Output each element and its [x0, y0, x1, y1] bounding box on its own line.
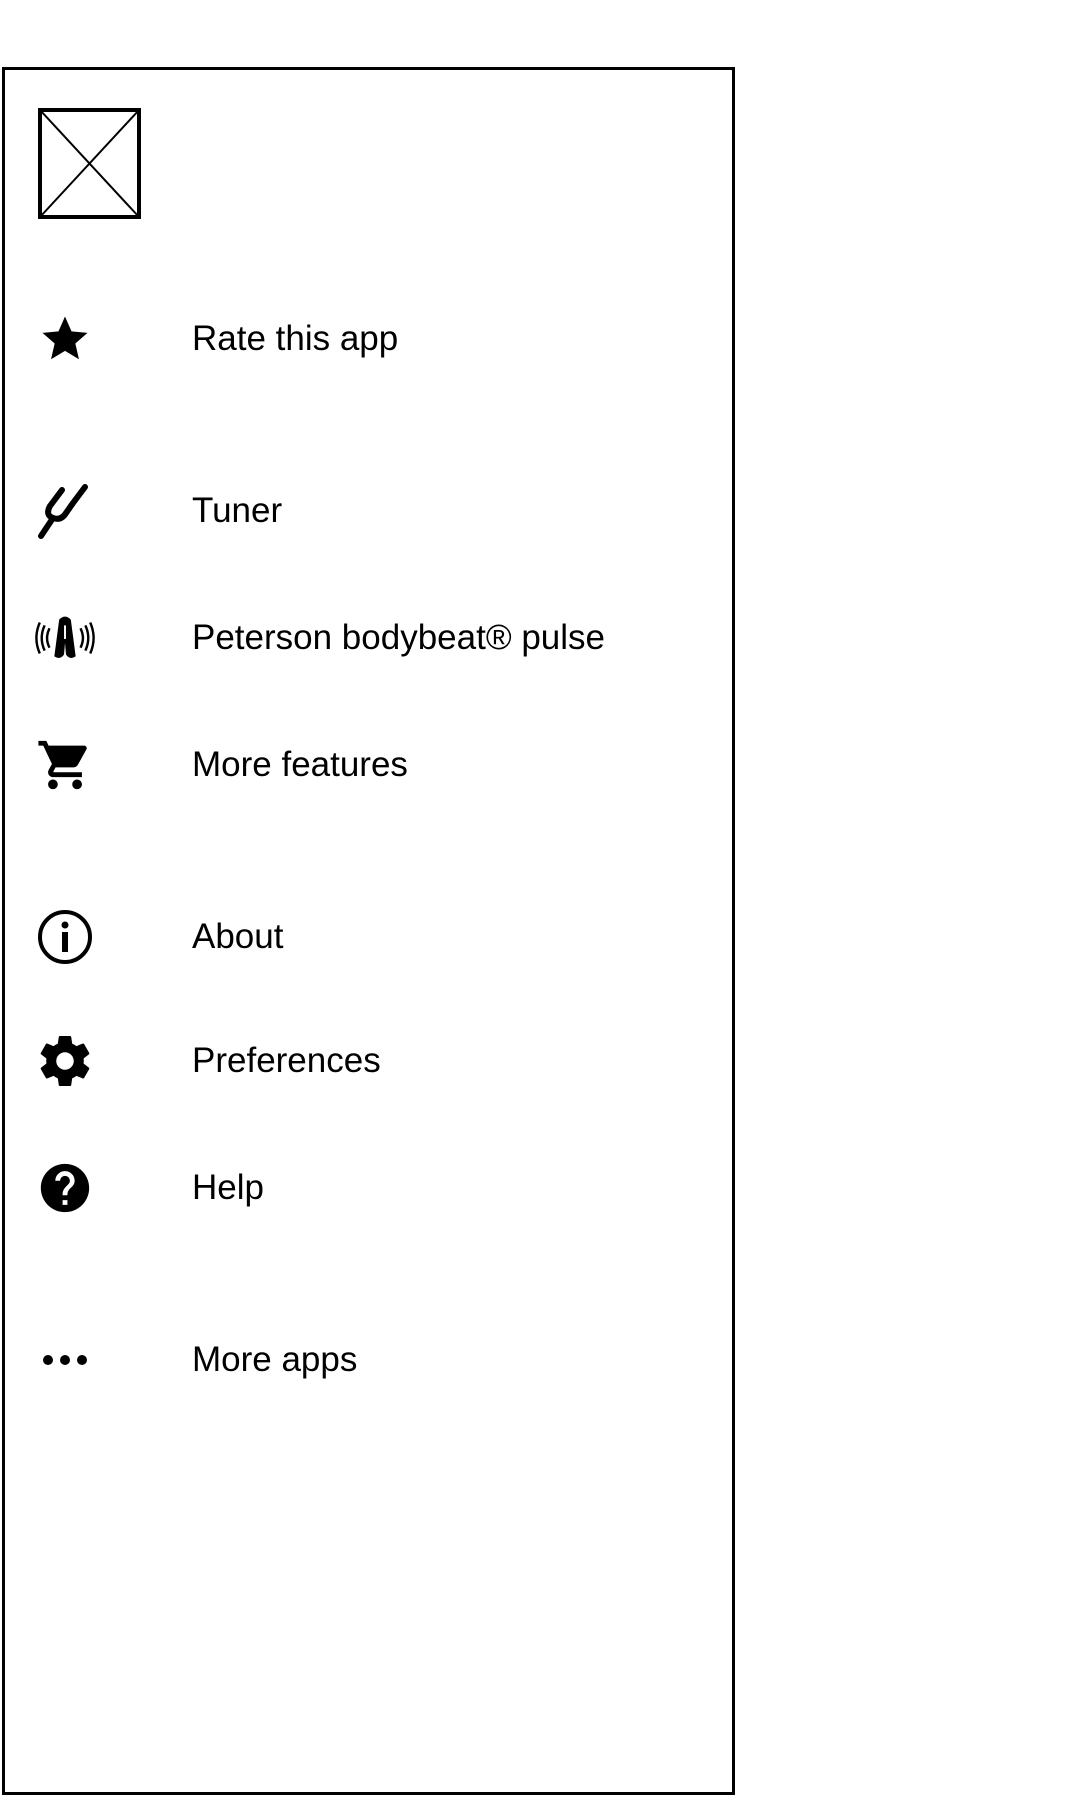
menu-item-help[interactable]: Help	[5, 1133, 732, 1243]
menu-item-more-apps[interactable]: More apps	[5, 1305, 732, 1415]
menu-item-rate-this-app[interactable]: Rate this app	[5, 284, 732, 394]
info-icon	[33, 905, 97, 969]
header-image-placeholder	[38, 108, 141, 219]
more-dots-icon	[33, 1328, 97, 1392]
menu-item-label: Preferences	[192, 1041, 381, 1080]
help-icon	[33, 1156, 97, 1220]
menu-item-more-features[interactable]: More features	[5, 710, 732, 820]
menu-item-label: Help	[192, 1168, 264, 1207]
menu-item-label: About	[192, 917, 284, 956]
menu-item-preferences[interactable]: Preferences	[5, 1006, 732, 1116]
bodybeat-pulse-icon	[33, 606, 97, 670]
tuning-fork-icon	[33, 479, 97, 543]
cart-icon	[33, 733, 97, 797]
menu-item-label: Tuner	[192, 491, 283, 530]
navigation-drawer: Rate this app Tuner Peterson bodybeat® p…	[2, 67, 735, 1795]
menu-item-about[interactable]: About	[5, 882, 732, 992]
menu-item-label: Rate this app	[192, 319, 399, 358]
menu-item-label: More apps	[192, 1340, 358, 1379]
menu-item-tuner[interactable]: Tuner	[5, 456, 732, 566]
gear-icon	[33, 1029, 97, 1093]
menu-item-label: More features	[192, 745, 408, 784]
menu-item-bodybeat-pulse[interactable]: Peterson bodybeat® pulse	[5, 583, 732, 693]
star-icon	[33, 307, 97, 371]
menu-item-label: Peterson bodybeat® pulse	[192, 618, 606, 657]
